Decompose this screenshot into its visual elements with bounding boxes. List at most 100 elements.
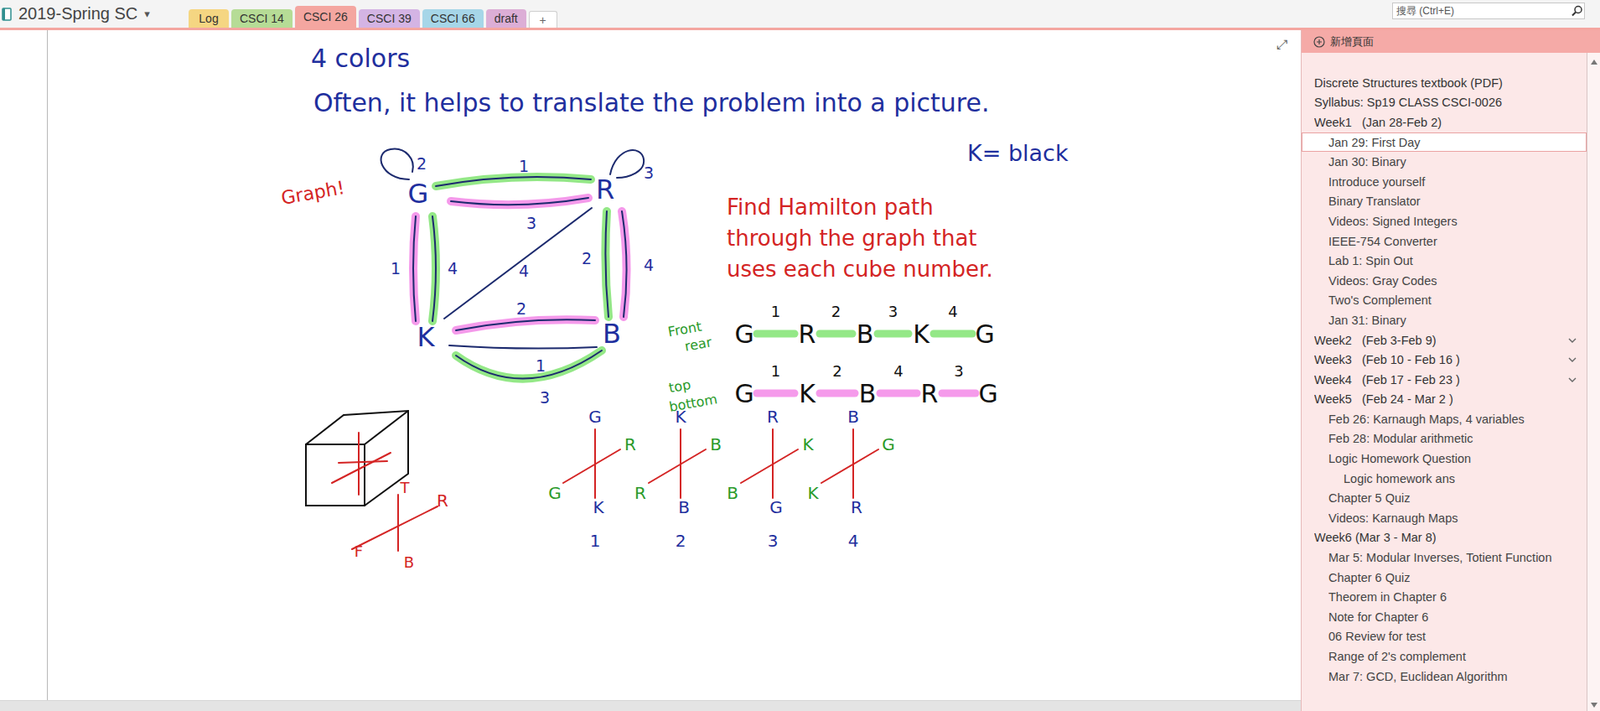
page-item[interactable]: Jan 29: First Day [1301, 132, 1587, 153]
path-node: G [734, 378, 754, 409]
new-page-label[interactable]: 新增頁面 [1330, 34, 1374, 50]
section-tab-color[interactable]: CSCI 26 [295, 5, 357, 28]
page-item[interactable]: Logic homework ans [1301, 468, 1587, 489]
section-tab-color[interactable]: CSCI 66 [422, 9, 484, 28]
search-input[interactable] [1392, 5, 1571, 17]
plus-circle-icon[interactable] [1313, 36, 1326, 48]
page-item-label[interactable]: 06 Review for test [1328, 629, 1568, 643]
chevron-down-icon[interactable] [1567, 354, 1578, 365]
page-item-label[interactable]: Videos: Signed Integers [1328, 214, 1568, 228]
page-item[interactable]: Note for Chapter 6 [1301, 606, 1587, 627]
page-item-label[interactable]: Jan 29: First Day [1328, 135, 1568, 150]
section-tab-color[interactable]: CSCI 39 [358, 9, 420, 28]
section-tab-color[interactable]: Log [188, 9, 229, 28]
page-item[interactable]: Week1 (Jan 28-Feb 2) [1301, 112, 1587, 133]
section-tab-label[interactable]: CSCI 66 [430, 11, 476, 26]
page-item-label[interactable]: Theorem in Chapter 6 [1328, 590, 1568, 604]
chevron-down-icon[interactable] [1567, 335, 1578, 346]
graph-edge [455, 319, 596, 331]
page-item-label[interactable]: Introduce yourself [1328, 175, 1568, 189]
section-tab-label[interactable]: Log [198, 11, 218, 26]
notebook-picker[interactable]: 2019-Spring SC▾ [0, 0, 189, 28]
page-item-label[interactable]: Feb 28: Modular arithmetic [1328, 431, 1568, 446]
page-item[interactable]: Chapter 6 Quiz [1301, 567, 1587, 588]
page-item[interactable]: Week4 (Feb 17 - Feb 23 ) [1301, 369, 1587, 390]
page-item[interactable]: Chapter 5 Quiz [1301, 487, 1587, 508]
scroll-down-icon[interactable] [1590, 702, 1598, 708]
page-item-label[interactable]: Chapter 6 Quiz [1328, 570, 1568, 585]
page-item-label[interactable]: Week6 (Mar 3 - Mar 8) [1314, 530, 1568, 544]
section-tab[interactable]: CSCI 66 [422, 5, 484, 28]
section-tab-label[interactable]: draft [494, 11, 518, 26]
expand-icon[interactable]: ⤢ [1276, 37, 1288, 53]
search-box[interactable] [1392, 2, 1585, 20]
page-item[interactable]: Videos: Karnaugh Maps [1301, 507, 1587, 529]
page-item[interactable]: Range of 2's complement [1301, 646, 1587, 667]
page-item-label[interactable]: Mar 7: GCD, Euclidean Algorithm [1328, 669, 1568, 684]
page-item-label[interactable]: Binary Translator [1328, 194, 1568, 208]
page-item-label[interactable]: Week4 (Feb 17 - Feb 23 ) [1314, 372, 1568, 387]
horizontal-scrollbar[interactable] [0, 699, 1301, 711]
page-item[interactable]: Mar 5: Modular Inverses, Totient Functio… [1301, 547, 1587, 568]
page-item-label[interactable]: Logic homework ans [1343, 471, 1568, 486]
page-item-label[interactable]: Syllabus: Sp19 CLASS CSCI-0026 [1314, 95, 1568, 109]
page-item-label[interactable]: Range of 2's complement [1328, 649, 1568, 663]
page-item-label[interactable]: Week3 (Feb 10 - Feb 16 ) [1314, 352, 1568, 367]
section-tab[interactable]: draft [486, 5, 527, 28]
page-item[interactable]: Week3 (Feb 10 - Feb 16 ) [1301, 349, 1587, 370]
page-item[interactable]: Logic Homework Question [1301, 448, 1587, 469]
section-tab-label[interactable]: CSCI 14 [239, 11, 285, 26]
page-item-label[interactable]: Logic Homework Question [1328, 451, 1568, 466]
page-item-label[interactable]: Note for Chapter 6 [1328, 610, 1568, 624]
section-tab-color[interactable]: CSCI 14 [231, 9, 293, 28]
page-item-label[interactable]: Week1 (Jan 28-Feb 2) [1314, 115, 1568, 130]
new-page-button[interactable]: 新增頁面 [1301, 30, 1600, 53]
page-item-label[interactable]: Discrete Structures textbook (PDF) [1314, 76, 1568, 90]
page-item-label[interactable]: Chapter 5 Quiz [1328, 491, 1568, 505]
page-item[interactable]: Binary Translator [1301, 191, 1587, 213]
page-item[interactable]: 06 Review for test [1301, 626, 1587, 648]
page-item[interactable]: Syllabus: Sp19 CLASS CSCI-0026 [1301, 93, 1587, 114]
page-item-label[interactable]: Week2 (Feb 3-Feb 9) [1314, 333, 1568, 347]
page-item[interactable]: Lab 1: Spin Out [1301, 250, 1587, 271]
page-item-label[interactable]: IEEE-754 Converter [1328, 234, 1568, 249]
section-tab[interactable]: CSCI 26 [295, 5, 357, 28]
page-item[interactable]: Introduce yourself [1301, 171, 1587, 192]
page-item[interactable]: Jan 31: Binary [1301, 310, 1587, 331]
search-icon[interactable] [1570, 4, 1585, 18]
page-item[interactable]: Week2 (Feb 3-Feb 9) [1301, 330, 1587, 351]
page-item[interactable]: Feb 28: Modular arithmetic [1301, 429, 1587, 450]
section-tab[interactable]: CSCI 39 [358, 5, 420, 28]
page-item[interactable]: Videos: Gray Codes [1301, 270, 1587, 291]
page-item-label[interactable]: Mar 5: Modular Inverses, Totient Functio… [1328, 550, 1568, 565]
scroll-up-icon[interactable] [1590, 59, 1598, 65]
page-item-label[interactable]: Two's Complement [1328, 293, 1568, 307]
page-item[interactable]: Week5 (Feb 24 - Mar 2 ) [1301, 389, 1587, 410]
page-item[interactable]: Two's Complement [1301, 290, 1587, 311]
section-tabs: Log CSCI 14 CSCI 26 CSCI 39 CSCI 66 draft + [188, 5, 558, 28]
page-item[interactable]: Jan 30: Binary [1301, 151, 1587, 172]
section-tab-label[interactable]: CSCI 26 [303, 10, 348, 24]
page-item[interactable]: Feb 26: Karnaugh Maps, 4 variables [1301, 409, 1587, 430]
vertical-scrollbar[interactable] [1586, 52, 1600, 711]
page-item-label[interactable]: Week5 (Feb 24 - Mar 2 ) [1314, 392, 1568, 406]
page-item[interactable]: Mar 7: GCD, Euclidean Algorithm [1301, 666, 1587, 687]
page-item[interactable]: IEEE-754 Converter [1301, 231, 1587, 252]
page-item-label[interactable]: Jan 30: Binary [1328, 155, 1568, 169]
page-item-label[interactable]: Videos: Gray Codes [1328, 274, 1568, 288]
section-tab[interactable]: CSCI 14 [231, 5, 293, 28]
page-item[interactable]: Videos: Signed Integers [1301, 211, 1587, 232]
page-item-label[interactable]: Feb 26: Karnaugh Maps, 4 variables [1328, 412, 1568, 426]
section-tab-label[interactable]: CSCI 39 [367, 11, 412, 26]
section-tab[interactable]: Log [188, 5, 229, 28]
page-item[interactable]: Theorem in Chapter 6 [1301, 586, 1587, 607]
notebook-dropdown[interactable]: ▾ [144, 7, 151, 21]
page-item[interactable]: Week6 (Mar 3 - Mar 8) [1301, 528, 1587, 549]
page-item-label[interactable]: Lab 1: Spin Out [1328, 253, 1568, 268]
chevron-down-icon[interactable] [1567, 374, 1578, 385]
add-section-button[interactable]: + [528, 10, 558, 28]
page-item[interactable]: Discrete Structures textbook (PDF) [1301, 72, 1587, 94]
page-item-label[interactable]: Jan 31: Binary [1328, 313, 1568, 327]
page-item-label[interactable]: Videos: Karnaugh Maps [1328, 511, 1568, 525]
section-tab-color[interactable]: draft [486, 9, 527, 28]
